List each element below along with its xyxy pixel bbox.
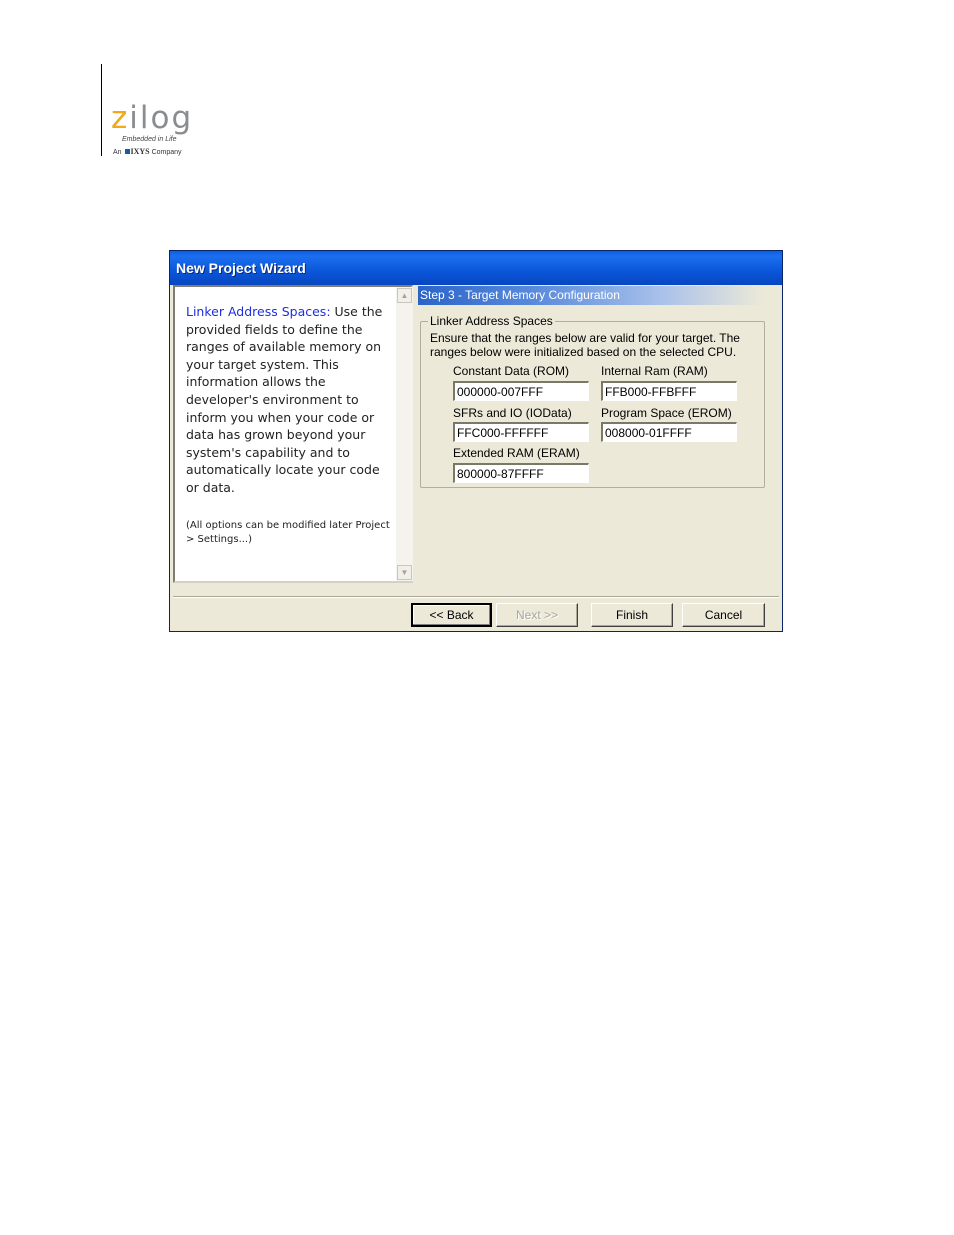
internal-ram-label: Internal Ram (RAM): [601, 364, 708, 378]
linker-address-spaces-group: Linker Address Spaces Ensure that the ra…: [420, 314, 765, 488]
dialog-title: New Project Wizard: [176, 260, 306, 276]
program-space-field[interactable]: [601, 422, 737, 442]
help-pane: Linker Address Spaces: Use the provided …: [173, 285, 413, 583]
help-body: Use the provided fields to define the ra…: [186, 304, 383, 495]
help-note: (All options can be modified later Proje…: [186, 520, 390, 545]
zilog-logo: zilog Embedded in Life An IXYS Company: [111, 100, 201, 160]
group-legend: Linker Address Spaces: [428, 314, 555, 328]
logo-wordmark: zilog: [111, 100, 194, 136]
logo-company-name: IXYS: [130, 147, 150, 156]
help-scrollbar[interactable]: ▲ ▼: [396, 287, 413, 581]
new-project-wizard-dialog: New Project Wizard Linker Address Spaces…: [169, 250, 783, 632]
logo-company-prefix: An: [113, 149, 122, 156]
program-space-label: Program Space (EROM): [601, 406, 732, 420]
internal-ram-field[interactable]: [601, 381, 737, 401]
logo-company: An IXYS Company: [113, 147, 182, 156]
constant-data-label: Constant Data (ROM): [453, 364, 570, 378]
back-button[interactable]: << Back: [411, 603, 492, 627]
step-header: Step 3 - Target Memory Configuration: [418, 286, 763, 305]
help-text: Linker Address Spaces: Use the provided …: [186, 303, 392, 497]
step-title: Step 3 - Target Memory Configuration: [420, 288, 620, 302]
extended-ram-label: Extended RAM (ERAM): [453, 446, 580, 460]
config-pane: Step 3 - Target Memory Configuration Lin…: [416, 285, 782, 583]
logo-company-suffix: Company: [151, 149, 182, 156]
chevron-down-icon[interactable]: ▼: [397, 565, 412, 580]
ixys-square-icon: [124, 149, 130, 154]
chevron-up-icon[interactable]: ▲: [397, 288, 412, 303]
page-margin-rule: [101, 64, 102, 156]
constant-data-field[interactable]: [453, 381, 589, 401]
button-separator: [173, 596, 779, 598]
group-description: Ensure that the ranges below are valid f…: [430, 331, 740, 359]
next-button[interactable]: Next >>: [496, 603, 578, 627]
title-bar[interactable]: New Project Wizard: [170, 251, 782, 285]
finish-button[interactable]: Finish: [591, 603, 673, 627]
sfrs-io-label: SFRs and IO (IOData): [453, 406, 572, 420]
sfrs-io-field[interactable]: [453, 422, 589, 442]
help-lead: Linker Address Spaces:: [186, 304, 331, 319]
extended-ram-field[interactable]: [453, 463, 589, 483]
cancel-button[interactable]: Cancel: [682, 603, 765, 627]
logo-tagline: Embedded in Life: [122, 136, 177, 143]
